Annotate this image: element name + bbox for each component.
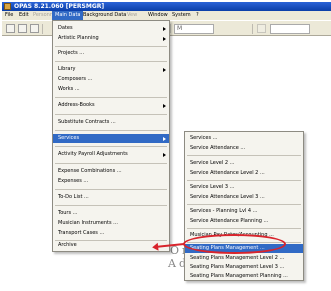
menu-item-label: Library [58,66,76,72]
menu-separator [187,204,301,205]
menu-item-label: Address-Books [58,102,95,108]
menu-system[interactable]: System [172,11,191,20]
menu-separator [187,155,301,156]
copy-icon[interactable] [30,24,39,33]
menu-item-service-attendance-level-2[interactable]: Service Attendance Level 2 ... [185,169,303,178]
submenu-arrow-icon [163,137,166,141]
menu-separator [55,46,167,47]
menu-main-data[interactable]: Main Data [52,11,84,20]
menu-personnel[interactable]: Personn [33,11,53,20]
menu-item-service-level-2[interactable]: Service Level 2 ... [185,159,303,168]
menu-window[interactable]: Window [148,11,168,20]
menu-separator [187,228,301,229]
menu-item-musician-instruments[interactable]: Musician Instruments ... [53,219,169,228]
menu-separator [55,163,167,164]
menu-item-seating-plans-management-level-3[interactable]: Seating Plans Management Level 3 ... [185,263,303,272]
menu-separator [55,189,167,190]
services-submenu: Services ... Service Attendance ... Serv… [184,131,304,281]
submenu-arrow-icon [163,37,166,41]
menu-item-transport-cases[interactable]: Transport Cases ... [53,229,169,238]
menu-edit[interactable]: Edit [19,11,29,20]
menu-item-label: Dates [58,25,73,31]
toolbar-combo[interactable] [270,24,310,34]
menu-item-artistic-planning[interactable]: Artistic Planning [53,34,169,43]
menu-separator [187,180,301,181]
menu-item-service-attendance-level-3[interactable]: Service Attendance Level 3 ... [185,193,303,202]
menu-item-to-do-list[interactable]: To-Do List ... [53,193,169,202]
menu-file[interactable]: File [5,11,13,20]
menu-item-address-books[interactable]: Address-Books [53,101,169,110]
menu-separator [55,61,167,62]
menu-separator [55,114,167,115]
menu-item-label: Artistic Planning [58,35,99,41]
menu-item-dates[interactable]: Dates [53,24,169,33]
submenu-arrow-icon [163,153,166,157]
title-bar: OPAS 8.21.060 [PERSMGR] [2,2,331,11]
menu-item-service-attendance[interactable]: Service Attendance ... [185,144,303,153]
menu-bar: File Edit Personn Main Data Background D… [2,11,331,20]
menu-help[interactable]: ? [196,11,199,20]
menu-item-services-planning-lvl-4[interactable]: Services - Planning Lvl 4 ... [185,207,303,216]
open-icon[interactable] [18,24,27,33]
menu-item-service-level-3[interactable]: Service Level 3 ... [185,183,303,192]
new-icon[interactable] [6,24,15,33]
menu-view[interactable]: Vew [127,11,137,20]
submenu-arrow-icon [163,104,166,108]
toolbar-separator [42,24,43,34]
menu-item-expense-combinations[interactable]: Expense Combinations ... [53,167,169,176]
menu-item-tours[interactable]: Tours ... [53,209,169,218]
menu-item-composers[interactable]: Composers ... [53,75,169,84]
menu-item-label: Activity Payroll Adjustments [58,151,128,157]
menu-separator [55,97,167,98]
menu-item-projects[interactable]: Projects ... [53,49,169,58]
window-title: OPAS 8.21.060 [PERSMGR] [14,3,105,10]
menu-item-service-attendance-planning[interactable]: Service Attendance Planning ... [185,217,303,226]
menu-separator [55,205,167,206]
toolbar-field[interactable]: M [174,24,214,34]
highlight-circle [183,234,286,254]
menu-background-data[interactable]: Background Data [83,11,126,20]
menu-item-expenses[interactable]: Expenses ... [53,177,169,186]
menu-separator [55,146,167,147]
menu-item-substitute-contracts[interactable]: Substitute Contracts ... [53,118,169,127]
toolbar-field-value: M [177,25,183,32]
toolbar-separator [252,24,253,34]
submenu-arrow-icon [163,68,166,72]
menu-item-activity-payroll-adjustments[interactable]: Activity Payroll Adjustments [53,150,169,159]
menu-item-services[interactable]: Services [53,134,169,143]
menu-item-services-list[interactable]: Services ... [185,134,303,143]
menu-item-seating-plans-management-level-2[interactable]: Seating Plans Management Level 2 ... [185,254,303,263]
submenu-arrow-icon [163,27,166,31]
main-data-menu: Dates Artistic Planning Projects ... Lib… [52,20,170,252]
menu-item-label: Services [58,135,80,141]
menu-separator [55,130,167,131]
menu-item-library[interactable]: Library [53,65,169,74]
menu-item-works[interactable]: Works ... [53,85,169,94]
app-icon [4,3,11,10]
filter-icon[interactable] [257,24,266,33]
menu-item-seating-plans-management-planning[interactable]: Seating Plans Management Planning ... [185,272,303,280]
